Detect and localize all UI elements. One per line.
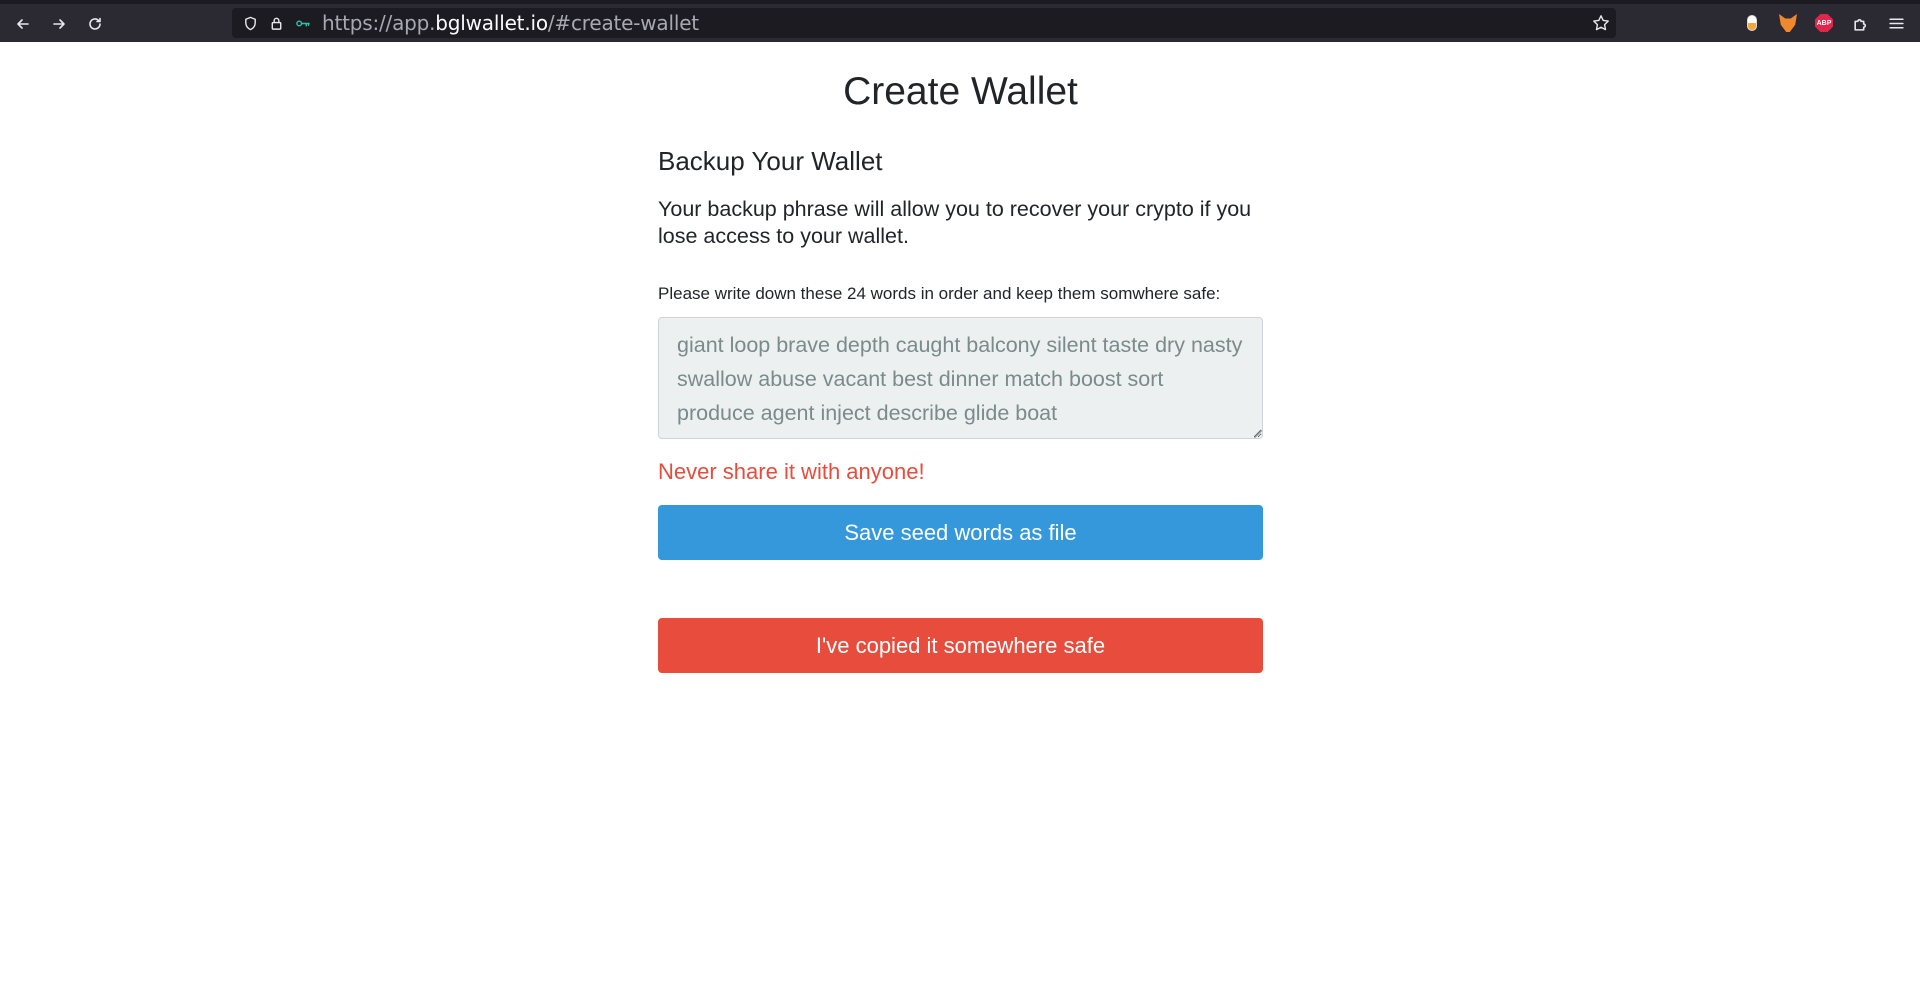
reload-button[interactable]: [81, 10, 109, 38]
reload-icon: [89, 17, 101, 30]
adblock-plus-icon[interactable]: ABP: [1815, 14, 1833, 32]
menu-hamburger-icon[interactable]: [1887, 14, 1905, 32]
arrow-left-icon: [17, 19, 29, 29]
copied-confirm-button[interactable]: I've copied it somewhere safe: [658, 618, 1263, 673]
page-title: Create Wallet: [843, 70, 1078, 113]
lock-icon[interactable]: [268, 15, 284, 31]
back-button[interactable]: [9, 10, 37, 38]
metamask-fox-icon[interactable]: [1779, 14, 1797, 32]
key-icon[interactable]: [294, 15, 310, 31]
url-path: /#create-wallet: [547, 11, 699, 35]
capsule-extension-icon[interactable]: [1743, 14, 1761, 32]
browser-toolbar: https://app.bglwallet.io/#create-wallet …: [0, 0, 1920, 42]
forward-button[interactable]: [45, 10, 73, 38]
adblock-plus-label: ABP: [1815, 14, 1833, 32]
address-bar[interactable]: https://app.bglwallet.io/#create-wallet: [232, 8, 1616, 38]
tracking-shield-icon[interactable]: [242, 15, 258, 31]
seed-words-textarea[interactable]: giant loop brave depth caught balcony si…: [658, 317, 1263, 439]
url-host: bglwallet.io: [435, 11, 548, 35]
never-share-warning: Never share it with anyone!: [658, 459, 925, 484]
url-text[interactable]: https://app.bglwallet.io/#create-wallet: [322, 11, 699, 35]
arrow-right-icon: [53, 19, 65, 29]
url-prefix: https://app.: [322, 11, 436, 35]
section-title: Backup Your Wallet: [658, 146, 883, 176]
bookmark-star-icon[interactable]: [1592, 14, 1610, 32]
extensions-puzzle-icon[interactable]: [1851, 14, 1869, 32]
save-seed-words-button[interactable]: Save seed words as file: [658, 505, 1263, 560]
backup-description: Your backup phrase will allow you to rec…: [658, 197, 1252, 248]
seed-instruction: Please write down these 24 words in orde…: [658, 284, 1221, 303]
